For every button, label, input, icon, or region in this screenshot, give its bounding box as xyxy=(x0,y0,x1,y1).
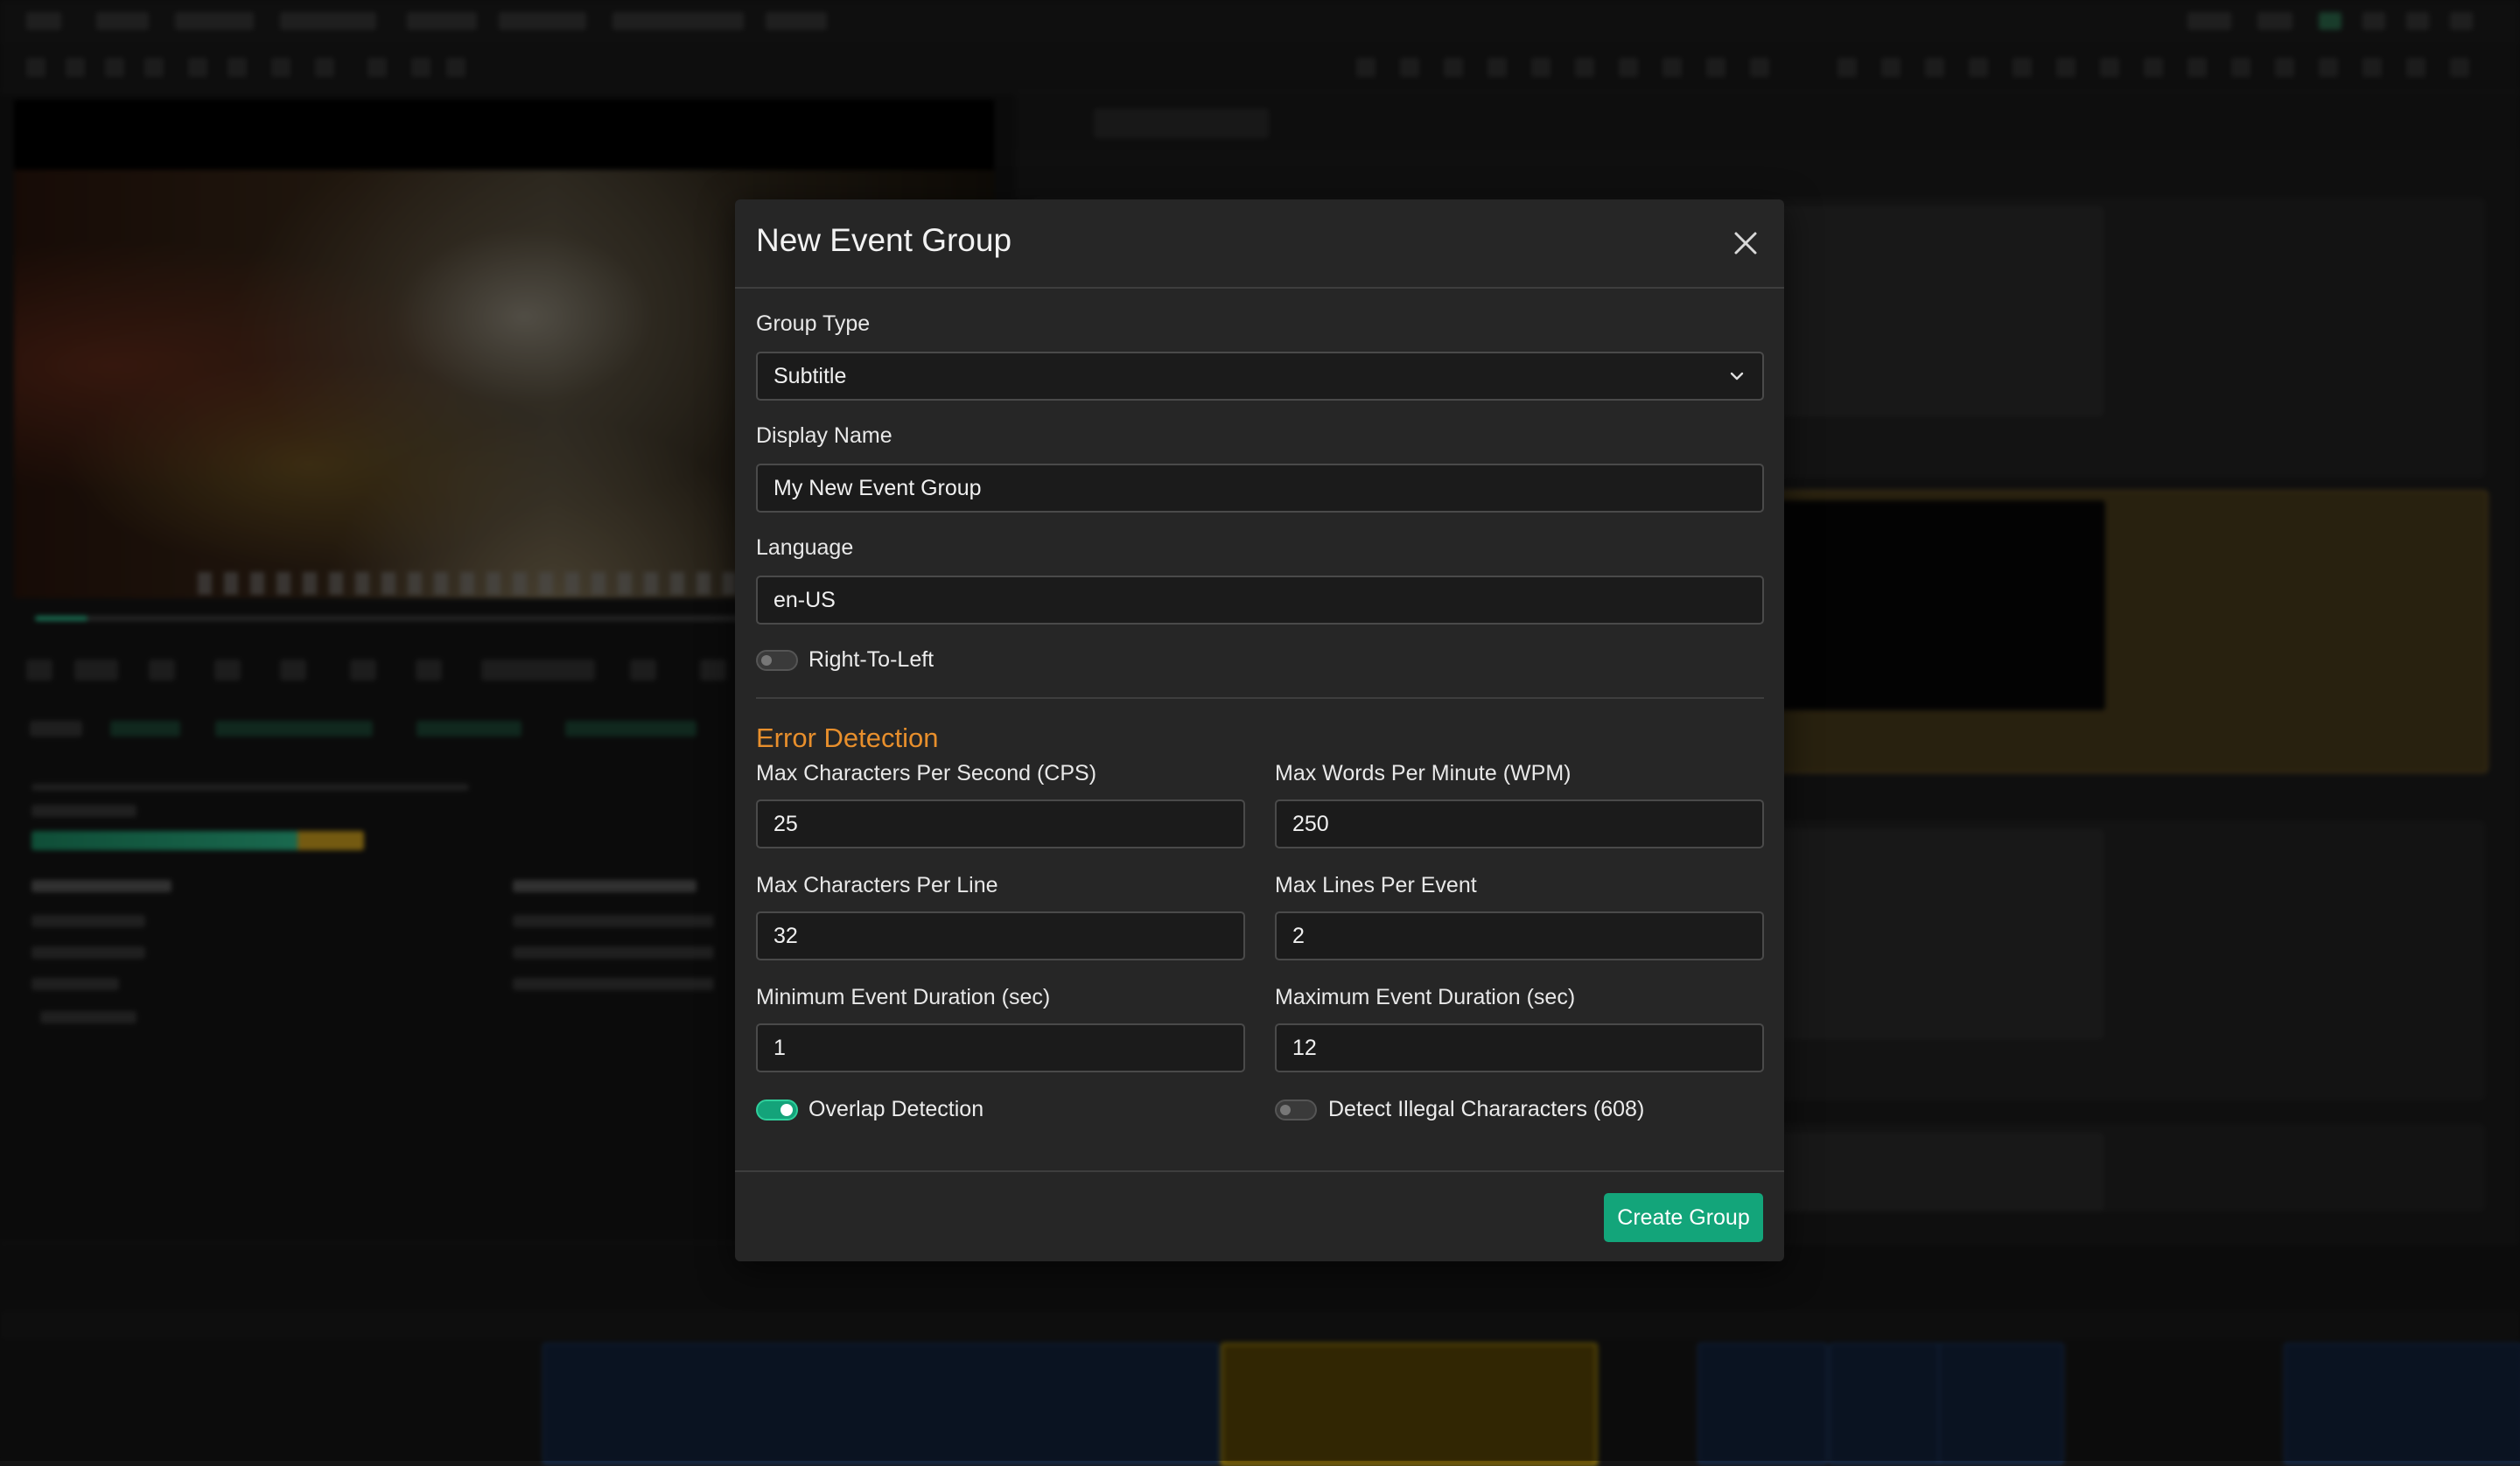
min-duration-input[interactable]: 1 xyxy=(756,1023,1245,1072)
group-type-value: Subtitle xyxy=(774,364,847,388)
display-name-input[interactable]: My New Event Group xyxy=(756,464,1764,513)
error-detection-heading: Error Detection xyxy=(756,723,939,753)
footer-divider xyxy=(735,1170,1784,1172)
chevron-down-icon xyxy=(1730,372,1744,380)
max-cps-input[interactable]: 25 xyxy=(756,799,1245,848)
overlap-detection-label: Overlap Detection xyxy=(808,1097,984,1121)
max-cps-label: Max Characters Per Second (CPS) xyxy=(756,761,1097,785)
new-event-group-dialog: New Event Group Group Type Subtitle Disp… xyxy=(735,199,1784,1261)
section-divider xyxy=(756,697,1764,699)
max-duration-input[interactable]: 12 xyxy=(1275,1023,1764,1072)
max-wpm-input[interactable]: 250 xyxy=(1275,799,1764,848)
illegal-characters-label: Detect Illegal Chararacters (608) xyxy=(1328,1097,1645,1121)
right-to-left-toggle[interactable] xyxy=(756,650,798,671)
right-to-left-label: Right-To-Left xyxy=(808,647,934,672)
language-label: Language xyxy=(756,535,854,560)
close-icon xyxy=(1734,232,1757,255)
illegal-characters-toggle[interactable] xyxy=(1275,1100,1317,1120)
max-lines-input[interactable]: 2 xyxy=(1275,911,1764,960)
dialog-header: New Event Group xyxy=(735,199,1784,289)
max-wpm-label: Max Words Per Minute (WPM) xyxy=(1275,761,1572,785)
close-button[interactable] xyxy=(1728,226,1763,261)
min-duration-label: Minimum Event Duration (sec) xyxy=(756,985,1051,1009)
max-cpl-input[interactable]: 32 xyxy=(756,911,1245,960)
dialog-title: New Event Group xyxy=(756,222,1012,258)
max-duration-label: Maximum Event Duration (sec) xyxy=(1275,985,1576,1009)
overlap-detection-toggle[interactable] xyxy=(756,1100,798,1120)
display-name-label: Display Name xyxy=(756,423,892,448)
create-group-button[interactable]: Create Group xyxy=(1604,1193,1763,1242)
max-cpl-label: Max Characters Per Line xyxy=(756,873,998,897)
group-type-select[interactable]: Subtitle xyxy=(756,352,1764,401)
group-type-label: Group Type xyxy=(756,311,871,336)
language-input[interactable]: en-US xyxy=(756,576,1764,625)
max-lines-label: Max Lines Per Event xyxy=(1275,873,1477,897)
